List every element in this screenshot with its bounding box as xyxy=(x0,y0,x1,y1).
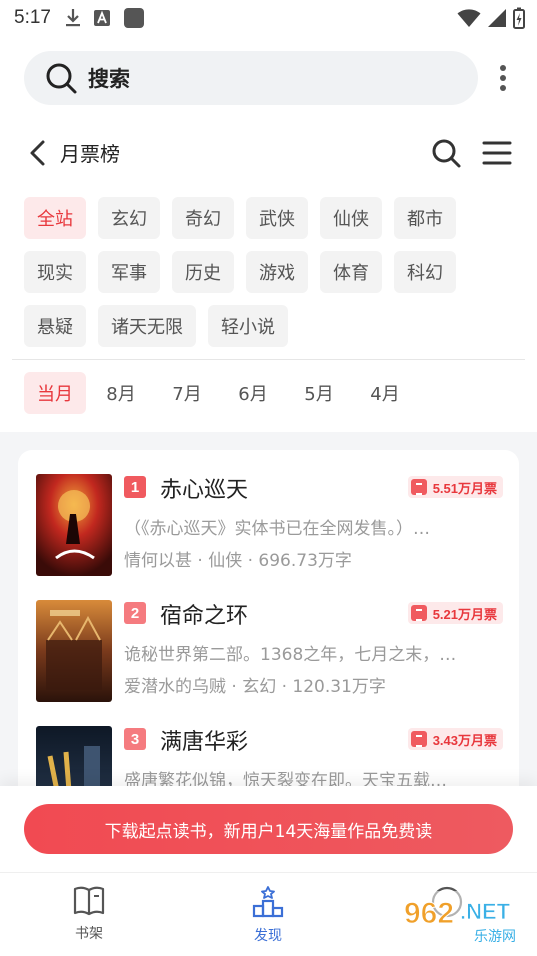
rank-badge: 1 xyxy=(124,476,146,498)
category-chip[interactable]: 军事 xyxy=(98,251,160,293)
font-icon xyxy=(93,10,110,26)
nav-label: 发现 xyxy=(254,928,282,944)
watermark-logo: 962 .NET 乐游网 xyxy=(402,891,528,945)
book-meta: 情何以甚 · 仙侠 · 696.73万字 xyxy=(124,551,352,571)
ticket-count: 5.51万月票 xyxy=(432,480,497,496)
book-cover xyxy=(36,474,112,576)
category-chip[interactable]: 游戏 xyxy=(246,251,308,293)
monthly-ticket-badge: 5.51万月票 xyxy=(407,476,503,498)
book-title: 宿命之环 xyxy=(160,604,249,629)
download-app-button[interactable]: 下载起点读书，新用户14天海量作品免费读 xyxy=(24,804,513,854)
search-icon xyxy=(46,63,77,94)
more-dot-icon xyxy=(500,75,506,81)
download-icon xyxy=(65,9,80,27)
book-cover xyxy=(36,600,112,702)
category-chip[interactable]: 都市 xyxy=(394,197,456,239)
month-tab[interactable]: 7月 xyxy=(156,372,218,414)
ticket-icon xyxy=(410,479,427,495)
month-tab[interactable]: 6月 xyxy=(222,372,284,414)
ticket-icon xyxy=(410,731,427,747)
monthly-ticket-badge: 3.43万月票 xyxy=(407,728,503,750)
discover-icon xyxy=(252,886,284,918)
monthly-ticket-badge: 5.21万月票 xyxy=(407,602,503,624)
category-chip[interactable]: 奇幻 xyxy=(172,197,234,239)
rank-badge: 3 xyxy=(124,728,146,750)
nav-bookshelf[interactable]: 书架 xyxy=(44,885,134,943)
nav-discover[interactable]: 发现 xyxy=(223,885,313,945)
category-chip[interactable]: 历史 xyxy=(172,251,234,293)
battery-icon xyxy=(513,7,525,29)
app-icon xyxy=(123,8,144,28)
status-bar: 5:17 xyxy=(0,0,537,36)
category-filter: 全站 玄幻 奇幻 武侠 仙侠 都市 现实 军事 历史 游戏 体育 科幻 悬疑 诸… xyxy=(24,197,514,347)
month-tab-current[interactable]: 当月 xyxy=(24,372,86,414)
divider xyxy=(12,359,525,360)
list-item[interactable]: 1 赤心巡天 5.51万月票 （《赤心巡天》实体书已在全网发售。）… 情何以甚 … xyxy=(18,474,519,600)
category-chip[interactable]: 体育 xyxy=(320,251,382,293)
ticket-count: 5.21万月票 xyxy=(432,606,497,622)
category-chip[interactable]: 武侠 xyxy=(246,197,308,239)
page-title: 月票榜 xyxy=(60,142,120,166)
category-chip[interactable]: 科幻 xyxy=(394,251,456,293)
signal-icon xyxy=(488,9,506,27)
search-label: 搜索 xyxy=(88,67,130,91)
status-time: 5:17 xyxy=(14,7,51,28)
wifi-icon xyxy=(457,9,481,27)
ticket-count: 3.43万月票 xyxy=(432,732,497,748)
book-icon xyxy=(73,886,105,916)
ticket-icon xyxy=(410,605,427,621)
back-arrow-icon[interactable] xyxy=(24,138,54,168)
header: 月票榜 xyxy=(0,128,537,178)
month-tab[interactable]: 8月 xyxy=(90,372,152,414)
rank-badge: 2 xyxy=(124,602,146,624)
system-icons xyxy=(457,7,525,29)
month-tab[interactable]: 5月 xyxy=(288,372,350,414)
more-dot-icon xyxy=(500,85,506,91)
month-tabs: 当月 8月 7月 6月 5月 4月 xyxy=(24,372,420,414)
search-bar[interactable]: 搜索 xyxy=(24,51,478,105)
book-description: （《赤心巡天》实体书已在全网发售。）… xyxy=(124,519,430,539)
category-chip[interactable]: 轻小说 xyxy=(208,305,288,347)
notification-icons xyxy=(65,7,145,29)
category-chip-all[interactable]: 全站 xyxy=(24,197,86,239)
book-title: 满唐华彩 xyxy=(160,730,249,755)
book-description: 诡秘世界第二部。1368之年，七月之末，… xyxy=(124,645,457,665)
list-item[interactable]: 2 宿命之环 5.21万月票 诡秘世界第二部。1368之年，七月之末，… 爱潜水… xyxy=(18,600,519,726)
category-chip[interactable]: 玄幻 xyxy=(98,197,160,239)
svg-text:.NET: .NET xyxy=(460,899,511,924)
category-chip[interactable]: 诸天无限 xyxy=(98,305,196,347)
category-chip[interactable]: 现实 xyxy=(24,251,86,293)
book-title: 赤心巡天 xyxy=(160,478,249,503)
watermark-text: 962 xyxy=(404,897,454,930)
svg-text:乐游网: 乐游网 xyxy=(474,929,516,945)
month-tab[interactable]: 4月 xyxy=(354,372,416,414)
category-chip[interactable]: 悬疑 xyxy=(24,305,86,347)
nav-label: 书架 xyxy=(75,926,103,942)
search-icon[interactable] xyxy=(430,137,462,169)
book-meta: 爱潜水的乌贼 · 玄幻 · 120.31万字 xyxy=(124,677,386,697)
more-options-button[interactable] xyxy=(493,62,513,94)
menu-icon[interactable] xyxy=(482,138,512,168)
more-dot-icon xyxy=(500,65,506,71)
category-chip[interactable]: 仙侠 xyxy=(320,197,382,239)
